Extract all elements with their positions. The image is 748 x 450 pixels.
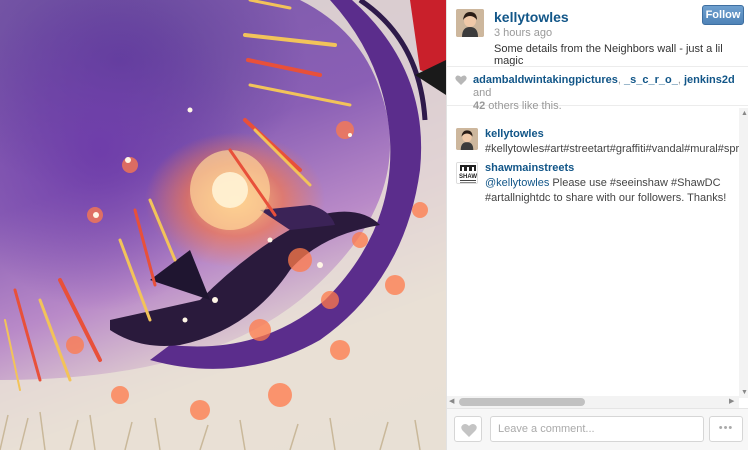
more-options-icon: •••	[718, 422, 734, 434]
post-caption: Some details from the Neighbors wall - j…	[494, 43, 723, 67]
liker-link[interactable]: _s_c_r_o_	[624, 74, 678, 86]
comment-username[interactable]: kellytowles	[485, 128, 544, 140]
scroll-left-icon[interactable]: ◀	[449, 397, 454, 405]
comment-text: @kellytowles Please use #seeinshaw #Shaw…	[485, 177, 727, 204]
vertical-scrollbar[interactable]: ▲ ▼	[739, 108, 748, 398]
commenter-avatar[interactable]	[456, 128, 478, 150]
svg-text:SHAW: SHAW	[459, 174, 477, 180]
scroll-right-icon[interactable]: ▶	[729, 397, 734, 405]
follow-button[interactable]: Follow	[702, 5, 744, 25]
shaw-logo: SHAW	[457, 163, 477, 183]
more-options-button[interactable]: •••	[709, 416, 743, 442]
scroll-down-icon[interactable]: ▼	[741, 389, 748, 396]
heart-icon	[461, 423, 477, 437]
mention-link[interactable]: @kellytowles	[485, 177, 549, 189]
post-username[interactable]: kellytowles	[494, 9, 569, 25]
comment-username[interactable]: shawmainstreets	[485, 162, 574, 174]
scroll-up-icon[interactable]: ▲	[741, 110, 748, 117]
horizontal-scrollbar[interactable]: ◀ ▶	[447, 396, 739, 408]
likes-section: adambaldwintakingpictures, _s_c_r_o_, je…	[447, 66, 748, 112]
like-button[interactable]	[454, 416, 482, 442]
heart-icon	[455, 75, 467, 85]
comment-footer: •••	[447, 408, 748, 450]
comment-text: #kellytowles#art#streetart#graffiti#vand…	[485, 143, 739, 155]
post-photo[interactable]	[0, 0, 446, 450]
post-header: kellytowles 3 hours ago Some details fro…	[447, 0, 748, 67]
likes-count[interactable]: 42	[473, 100, 485, 112]
comment-input[interactable]	[490, 416, 704, 442]
commenter-avatar[interactable]: SHAW	[456, 162, 478, 184]
user-avatar[interactable]	[456, 9, 484, 37]
liker-link[interactable]: adambaldwintakingpictures	[473, 74, 618, 86]
comments-list: kellytowles #kellytowles#art#streetart#g…	[447, 118, 739, 398]
likes-text: adambaldwintakingpictures, _s_c_r_o_, je…	[473, 74, 735, 112]
post-timestamp: 3 hours ago	[494, 27, 553, 39]
mural-graphic	[0, 0, 446, 450]
liker-link[interactable]: jenkins2d	[684, 74, 735, 86]
post-detail-panel: kellytowles 3 hours ago Some details fro…	[446, 0, 748, 450]
scrollbar-thumb[interactable]	[459, 398, 585, 406]
